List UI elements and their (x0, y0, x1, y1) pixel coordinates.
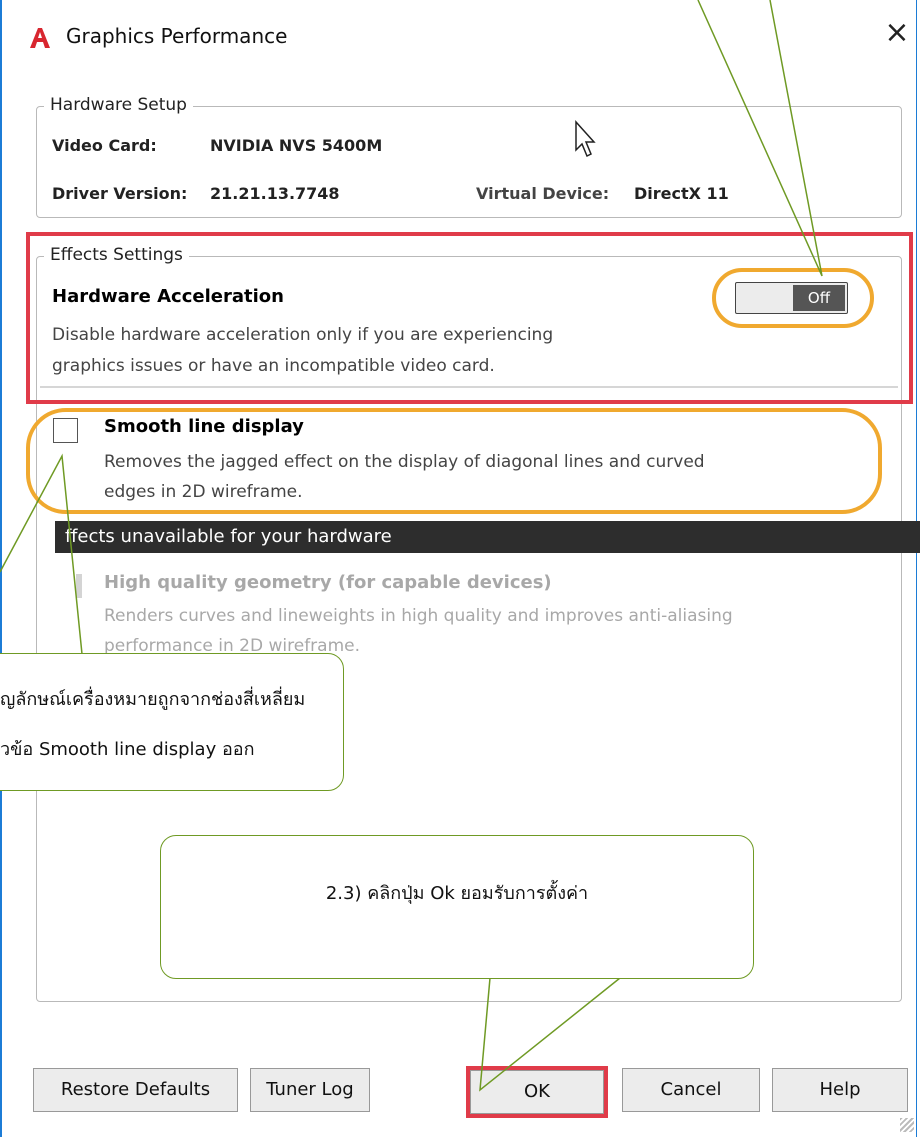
restore-defaults-button[interactable]: Restore Defaults (33, 1068, 238, 1112)
unavailable-effects-header: ffects unavailable for your hardware (55, 521, 920, 553)
ok-highlight-box (466, 1066, 608, 1118)
left-callout-box (0, 653, 344, 791)
ok-callout-box (160, 835, 754, 979)
left-callout-line-2: วข้อ Smooth line display ออก (0, 739, 255, 760)
mouse-pointer-icon (575, 120, 596, 158)
virtual-device-value: DirectX 11 (634, 184, 729, 203)
autocad-a-icon (30, 28, 50, 48)
video-card-value: NVIDIA NVS 5400M (210, 136, 383, 155)
driver-version-value: 21.21.13.7748 (210, 184, 340, 203)
help-button[interactable]: Help (772, 1068, 908, 1112)
driver-version-label: Driver Version: (52, 184, 188, 203)
toggle-highlight-ring (712, 268, 874, 328)
resize-grip-icon[interactable] (900, 1118, 914, 1132)
dialog-title: Graphics Performance (66, 24, 288, 48)
hardware-setup-legend: Hardware Setup (44, 95, 193, 115)
hq-geometry-checkbox (76, 574, 82, 598)
hq-geometry-title: High quality geometry (for capable devic… (104, 572, 552, 593)
smooth-line-highlight-ring (26, 408, 882, 514)
ok-callout-text: 2.3) คลิกปุ่ม Ok ยอมรับการตั้งค่า (325, 883, 589, 904)
close-icon[interactable]: × (882, 16, 912, 50)
video-card-label: Video Card: (52, 136, 157, 155)
cancel-button[interactable]: Cancel (622, 1068, 760, 1112)
tuner-log-button[interactable]: Tuner Log (250, 1068, 370, 1112)
hq-geometry-desc-1: Renders curves and lineweights in high q… (104, 606, 733, 626)
left-callout-line-1: ัญลักษณ์เครื่องหมายถูกจากช่องสี่เหลี่ยม (0, 689, 306, 710)
virtual-device-label: Virtual Device: (476, 184, 610, 203)
